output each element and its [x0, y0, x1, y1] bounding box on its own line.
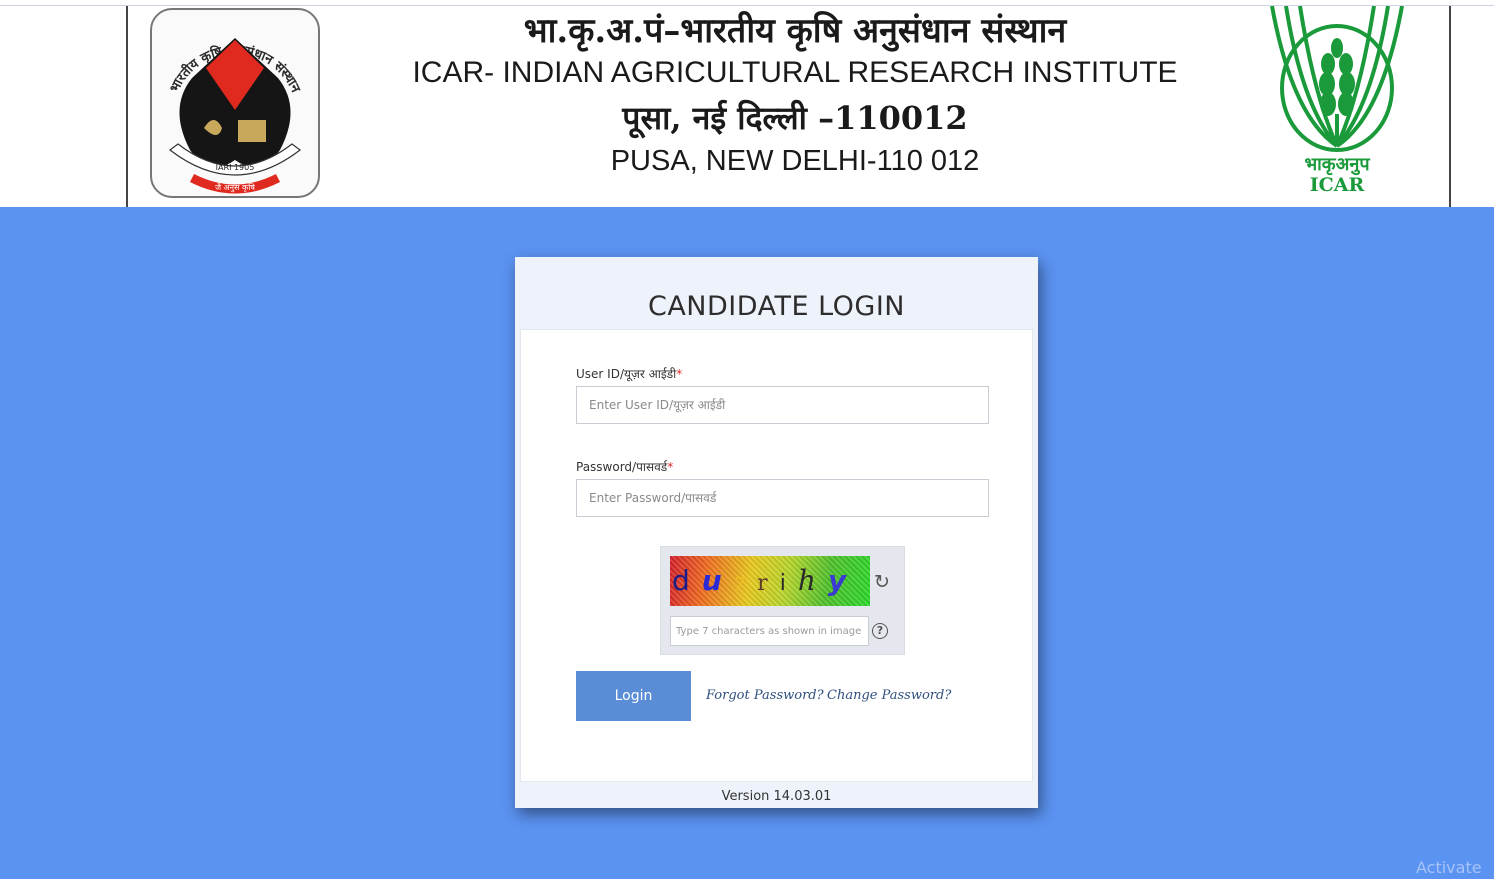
icar-logo-english: ICAR — [1310, 174, 1365, 196]
activate-watermark: Activate — [1416, 858, 1482, 877]
login-button[interactable]: Login — [576, 671, 691, 721]
password-label: Password/पासवर्ड* — [576, 458, 673, 475]
site-header: भारतीय कृषि अनुसंधान संस्थान IARI 1905 ज… — [0, 0, 1494, 207]
captcha-char: i — [779, 571, 798, 596]
required-asterisk: * — [676, 367, 683, 381]
login-card: CANDIDATE LOGIN User ID/यूज़र आईडी* Pass… — [515, 257, 1038, 808]
captcha-image: du7rihy — [670, 556, 870, 606]
header-right-divider — [1449, 6, 1451, 207]
captcha-input[interactable] — [670, 616, 869, 646]
captcha-panel: du7rihy ↻ ? — [660, 546, 905, 655]
password-input[interactable] — [576, 479, 989, 517]
header-hindi-title: भा.कृ.अ.पं–भारतीय कृषि अनुसंधान संस्थान — [523, 11, 1067, 51]
icar-wheat-logo-icon: भाकृअनुप ICAR — [1262, 5, 1412, 201]
version-text: Version 14.03.01 — [721, 789, 832, 804]
emblem-motto-text: जै अनुसं कृषि — [215, 182, 255, 193]
header-english-title: ICAR- INDIAN AGRICULTURAL RESEARCH INSTI… — [412, 56, 1178, 89]
help-icon[interactable]: ? — [872, 623, 888, 639]
iari-emblem-icon: भारतीय कृषि अनुसंधान संस्थान IARI 1905 ज… — [150, 8, 320, 198]
forgot-password-link[interactable]: Forgot Password? — [706, 688, 824, 703]
captcha-char: h — [797, 564, 828, 597]
captcha-char: u — [701, 564, 734, 597]
userid-label: User ID/यूज़र आईडी* — [576, 365, 682, 382]
header-english-address: PUSA, NEW DELHI-110 012 — [610, 145, 980, 177]
login-title: CANDIDATE LOGIN — [647, 291, 905, 322]
captcha-char: 7 — [733, 574, 758, 595]
userid-label-text: User ID/यूज़र आईडी — [576, 367, 677, 381]
captcha-char: r — [757, 571, 780, 596]
emblem-ribbon-text: IARI 1905 — [216, 163, 255, 172]
password-label-text: Password/पासवर्ड — [576, 460, 668, 474]
captcha-char: d — [672, 564, 702, 597]
captcha-text: du7rihy — [670, 560, 870, 602]
icar-logo-hindi: भाकृअनुप — [1304, 154, 1370, 176]
required-asterisk: * — [667, 460, 674, 474]
change-password-link[interactable]: Change Password? — [827, 688, 951, 703]
login-form: User ID/यूज़र आईडी* Password/पासवर्ड* du… — [520, 329, 1033, 782]
header-hindi-address: पूसा, नई दिल्ली –110012 — [622, 99, 968, 137]
userid-input[interactable] — [576, 386, 989, 424]
captcha-char: y — [827, 564, 859, 597]
refresh-icon[interactable]: ↻ — [871, 571, 893, 593]
header-left-divider — [126, 6, 128, 207]
